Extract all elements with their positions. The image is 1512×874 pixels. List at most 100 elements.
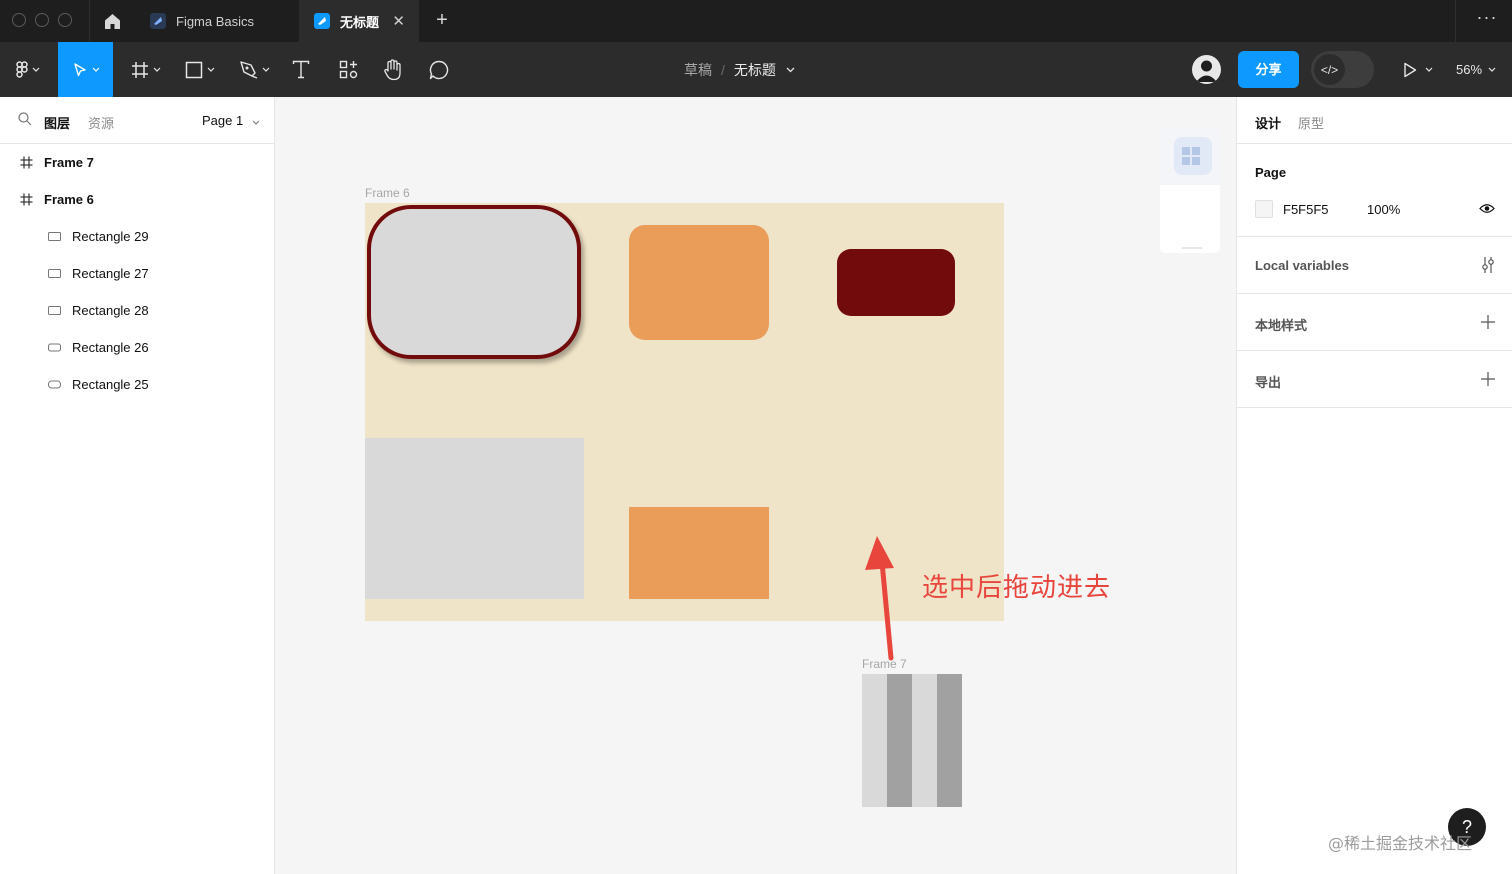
dev-mode-toggle[interactable]: </> bbox=[1311, 51, 1374, 88]
page-section: Page F5F5F5 100% bbox=[1237, 144, 1512, 237]
variables-settings-icon[interactable] bbox=[1481, 256, 1495, 274]
chevron-down-icon bbox=[32, 67, 40, 72]
more-options-icon[interactable]: ··· bbox=[1472, 8, 1502, 32]
close-tab-icon[interactable]: ✕ bbox=[392, 12, 405, 30]
export-section: 导出 bbox=[1237, 351, 1512, 408]
chevron-down-icon bbox=[92, 67, 99, 72]
rectangle-layer-icon bbox=[46, 269, 62, 278]
eye-icon[interactable] bbox=[1479, 203, 1495, 214]
layer-name: Rectangle 29 bbox=[72, 229, 149, 244]
title-bar: Figma Basics 无标题 ✕ + ··· bbox=[0, 0, 1512, 42]
frame-7-stripe bbox=[937, 674, 962, 807]
hand-icon bbox=[384, 58, 401, 80]
page-color-value[interactable]: F5F5F5 bbox=[1283, 202, 1329, 217]
page-color-swatch[interactable] bbox=[1255, 200, 1273, 218]
hand-tool-button[interactable] bbox=[376, 42, 410, 97]
pen-tool-button[interactable] bbox=[230, 42, 278, 97]
chevron-down-icon[interactable] bbox=[786, 67, 795, 73]
breadcrumb-drafts[interactable]: 草稿 bbox=[684, 60, 712, 80]
chevron-down-icon bbox=[252, 120, 260, 125]
resources-button[interactable] bbox=[331, 42, 365, 97]
layer-name: Rectangle 27 bbox=[72, 266, 149, 281]
frame-6-label[interactable]: Frame 6 bbox=[365, 186, 410, 200]
zoom-window-button[interactable] bbox=[58, 13, 72, 27]
new-tab-button[interactable]: + bbox=[430, 8, 454, 32]
layer-item-rectangle-26[interactable]: Rectangle 26 bbox=[0, 329, 274, 366]
local-styles-section: 本地样式 bbox=[1237, 294, 1512, 351]
page-section-title: Page bbox=[1255, 165, 1287, 180]
tab-untitled[interactable]: 无标题 ✕ bbox=[299, 0, 419, 42]
close-window-button[interactable] bbox=[12, 13, 26, 27]
frame-7[interactable] bbox=[862, 674, 962, 807]
rectangle-selected-rounded[interactable] bbox=[367, 205, 581, 359]
frame-7-stripe bbox=[887, 674, 912, 807]
export-label: 导出 bbox=[1255, 375, 1282, 390]
page-opacity-value[interactable]: 100% bbox=[1367, 202, 1400, 217]
title-bar-divider bbox=[1455, 0, 1456, 42]
zoom-dropdown[interactable]: 56% bbox=[1456, 42, 1496, 97]
text-tool-button[interactable] bbox=[284, 42, 318, 97]
shape-tool-button[interactable] bbox=[176, 42, 224, 97]
plus-icon[interactable] bbox=[1481, 315, 1495, 329]
layer-item-rectangle-25[interactable]: Rectangle 25 bbox=[0, 366, 274, 403]
comment-icon bbox=[429, 60, 449, 79]
tab-layers[interactable]: 图层 bbox=[44, 113, 70, 132]
frame-7-stripe bbox=[862, 674, 887, 807]
layer-item-frame-6[interactable]: Frame 6 bbox=[0, 181, 274, 218]
home-button[interactable] bbox=[90, 0, 134, 42]
rectangle-icon bbox=[185, 61, 203, 78]
tab-prototype[interactable]: 原型 bbox=[1298, 113, 1324, 132]
avatar[interactable] bbox=[1192, 55, 1221, 84]
layer-name: Frame 7 bbox=[44, 155, 94, 170]
tab-figma-basics[interactable]: Figma Basics bbox=[135, 0, 299, 42]
frame-tool-button[interactable] bbox=[122, 42, 170, 97]
user-icon bbox=[1196, 60, 1217, 82]
share-button[interactable]: 分享 bbox=[1238, 51, 1299, 88]
move-tool-button[interactable] bbox=[58, 42, 113, 97]
text-icon bbox=[292, 60, 310, 79]
layer-name: Rectangle 25 bbox=[72, 377, 149, 392]
breadcrumb: 草稿 / 无标题 bbox=[684, 42, 795, 97]
main-menu-button[interactable] bbox=[4, 42, 52, 97]
tab-label: 无标题 bbox=[340, 14, 380, 30]
file-name[interactable]: 无标题 bbox=[734, 60, 776, 80]
rectangle-dark-red[interactable] bbox=[837, 249, 955, 316]
layer-item-rectangle-27[interactable]: Rectangle 27 bbox=[0, 255, 274, 292]
local-variables-section[interactable]: Local variables bbox=[1237, 237, 1512, 294]
watermark: @稀土掘金技术社区 bbox=[1328, 834, 1473, 853]
comment-tool-button[interactable] bbox=[422, 42, 456, 97]
rectangle-layer-icon bbox=[46, 343, 62, 352]
rectangle-orange-rounded[interactable] bbox=[629, 225, 769, 340]
layer-item-rectangle-28[interactable]: Rectangle 28 bbox=[0, 292, 274, 329]
rectangle-orange[interactable] bbox=[629, 507, 769, 599]
layer-name: Frame 6 bbox=[44, 192, 94, 207]
plugin-widget[interactable] bbox=[1160, 127, 1220, 253]
minimize-window-button[interactable] bbox=[35, 13, 49, 27]
layers-panel-header: 图层 资源 Page 1 bbox=[0, 97, 274, 144]
chevron-down-icon bbox=[207, 67, 215, 72]
properties-panel: 设计 原型 Page F5F5F5 100% Local variables 本… bbox=[1236, 97, 1512, 874]
page-selector[interactable]: Page 1 bbox=[202, 113, 260, 128]
tab-design[interactable]: 设计 bbox=[1255, 113, 1281, 132]
plus-icon[interactable] bbox=[1481, 372, 1495, 386]
present-button[interactable] bbox=[1396, 42, 1440, 97]
figma-logo-icon bbox=[16, 60, 28, 78]
layer-item-rectangle-29[interactable]: Rectangle 29 bbox=[0, 218, 274, 255]
chevron-down-icon bbox=[1425, 67, 1433, 72]
search-icon[interactable] bbox=[18, 112, 32, 126]
tab-assets[interactable]: 资源 bbox=[88, 113, 114, 132]
zoom-level: 56% bbox=[1456, 62, 1483, 77]
frame-7-stripe bbox=[912, 674, 937, 807]
layer-name: Rectangle 28 bbox=[72, 303, 149, 318]
toolbar: 草稿 / 无标题 分享 </> 56% bbox=[0, 42, 1512, 97]
code-icon: </> bbox=[1314, 54, 1345, 85]
frame-6[interactable] bbox=[365, 203, 1004, 621]
figma-file-icon bbox=[314, 13, 330, 29]
layer-item-frame-7[interactable]: Frame 7 bbox=[0, 144, 274, 181]
home-icon bbox=[104, 13, 120, 29]
canvas[interactable]: Frame 6 Frame 7 选中后拖动进去 bbox=[275, 97, 1236, 874]
rectangle-layer-icon bbox=[46, 380, 62, 389]
components-icon bbox=[339, 60, 357, 79]
rectangle-gray[interactable] bbox=[365, 438, 584, 599]
widget-preview bbox=[1160, 127, 1220, 185]
